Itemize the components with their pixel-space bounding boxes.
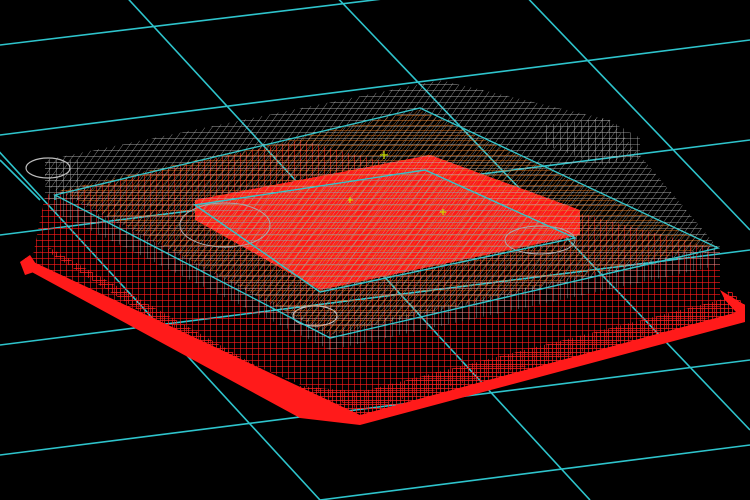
cad-3d-viewport[interactable] — [0, 0, 750, 500]
wireframe-scene[interactable] — [0, 0, 750, 500]
